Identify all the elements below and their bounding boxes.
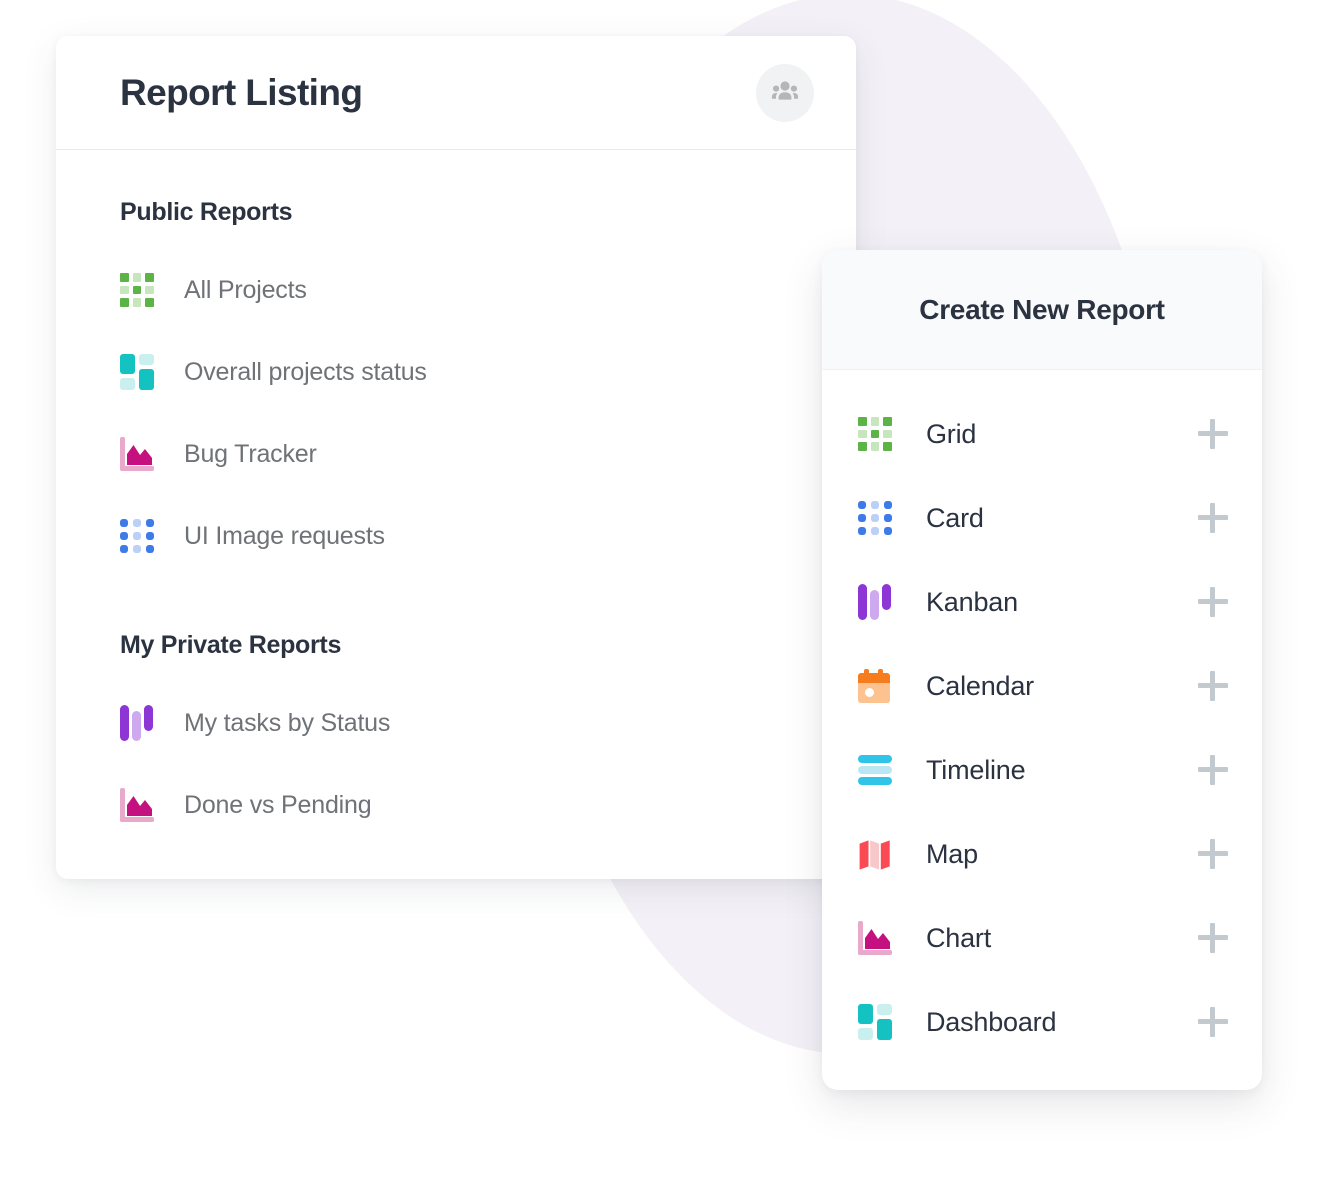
plus-icon[interactable]	[1198, 839, 1228, 869]
menu-item-kanban[interactable]: Kanban	[822, 560, 1262, 644]
create-new-report-panel: Create New Report Grid Card Kanban Calen…	[822, 250, 1262, 1090]
menu-item-label: Dashboard	[926, 1006, 1057, 1037]
report-listing-header: Report Listing	[56, 36, 856, 150]
plus-icon[interactable]	[1198, 671, 1228, 701]
menu-item-map[interactable]: Map	[822, 812, 1262, 896]
list-item-all-projects[interactable]: All Projects	[120, 249, 792, 331]
list-item-bug-tracker[interactable]: Bug Tracker	[120, 413, 792, 495]
menu-item-label: Grid	[926, 418, 977, 449]
chart-icon	[120, 436, 166, 472]
plus-icon[interactable]	[1198, 755, 1228, 785]
menu-item-chart[interactable]: Chart	[822, 896, 1262, 980]
kanban-icon	[858, 583, 908, 621]
section-heading-my-private-reports: My Private Reports	[120, 631, 342, 659]
dashboard-icon	[858, 1003, 908, 1041]
list-item-label: All Projects	[184, 275, 307, 304]
menu-item-label: Kanban	[926, 586, 1018, 617]
section-heading-public-reports: Public Reports	[120, 198, 293, 226]
plus-icon[interactable]	[1198, 587, 1228, 617]
chart-icon	[120, 787, 166, 823]
menu-item-timeline[interactable]: Timeline	[822, 728, 1262, 812]
page-title: Report Listing	[120, 71, 363, 113]
timeline-icon	[858, 751, 908, 789]
map-icon	[858, 835, 908, 873]
menu-item-label: Timeline	[926, 754, 1026, 785]
card-icon	[120, 518, 166, 554]
dashboard-icon	[120, 354, 166, 390]
menu-item-card[interactable]: Card	[822, 476, 1262, 560]
menu-item-grid[interactable]: Grid	[822, 392, 1262, 476]
report-listing-card: Report Listing Public Reports All Projec…	[56, 36, 856, 879]
plus-icon[interactable]	[1198, 419, 1228, 449]
calendar-icon	[858, 667, 908, 705]
plus-icon[interactable]	[1198, 503, 1228, 533]
list-item-my-tasks-by-status[interactable]: My tasks by Status	[120, 682, 792, 764]
chart-icon	[858, 919, 908, 957]
list-item-label: Bug Tracker	[184, 439, 317, 468]
menu-item-label: Map	[926, 838, 978, 869]
menu-item-label: Calendar	[926, 670, 1034, 701]
plus-icon[interactable]	[1198, 1007, 1228, 1037]
share-members-button[interactable]	[756, 63, 814, 122]
list-item-label: My tasks by Status	[184, 708, 391, 737]
kanban-icon	[120, 705, 166, 741]
menu-item-dashboard[interactable]: Dashboard	[822, 980, 1262, 1064]
menu-item-label: Card	[926, 502, 984, 533]
grid-icon	[120, 272, 166, 308]
screen: Report Listing Public Reports All Projec…	[0, 0, 1340, 1194]
report-listing-body: Public Reports All Projects Overall proj…	[56, 150, 856, 846]
menu-item-calendar[interactable]: Calendar	[822, 644, 1262, 728]
plus-icon[interactable]	[1198, 923, 1228, 953]
people-icon	[770, 76, 800, 109]
list-item-label: Overall projects status	[184, 357, 427, 386]
list-item-done-vs-pending[interactable]: Done vs Pending	[120, 764, 792, 846]
menu-item-label: Chart	[926, 922, 992, 953]
list-item-ui-image-requests[interactable]: UI Image requests	[120, 495, 792, 577]
list-item-label: Done vs Pending	[184, 790, 372, 819]
list-item-label: UI Image requests	[184, 521, 385, 550]
create-new-report-title: Create New Report	[919, 293, 1165, 325]
list-item-overall-projects-status[interactable]: Overall projects status	[120, 331, 792, 413]
create-new-report-list: Grid Card Kanban Calendar Timeline Map C…	[822, 370, 1262, 1082]
card-icon	[858, 499, 908, 537]
grid-icon	[858, 415, 908, 453]
create-new-report-header: Create New Report	[822, 250, 1262, 370]
